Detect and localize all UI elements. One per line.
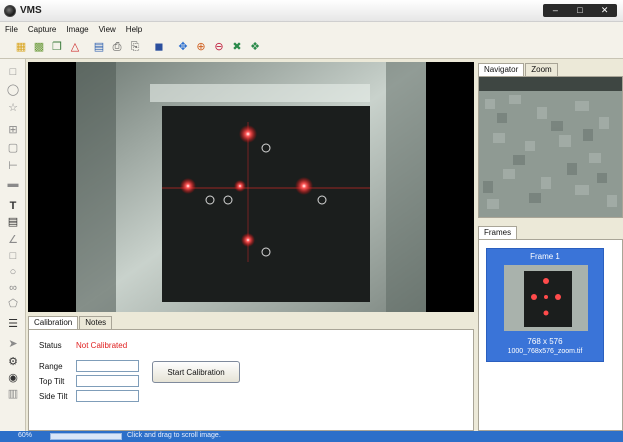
gear-icon[interactable]: ⚙ [6,355,20,369]
rect-select-icon[interactable]: □ [6,65,20,79]
frame-resolution: 768 x 576 [527,337,563,346]
measure-line-icon[interactable]: ⊢ [6,159,20,173]
freehand-icon[interactable]: ∞ [6,281,20,295]
laser-spot [180,178,196,194]
crop-icon[interactable]: ⊞ [6,123,20,137]
pan-icon[interactable]: ✥ [176,41,190,55]
window-controls: – □ ✕ [543,4,617,17]
actual-size-icon[interactable]: ❖ [248,41,262,55]
window-title: VMS [20,5,42,16]
status-label: Status [39,341,62,350]
tool-palette: □ ◯ ☆ ⊞ ▢ ⊢ ▬ T ▤ ∠ □ ○ ∞ ⬠ ☰ ➤ ⚙ ◉ ▥ [0,59,26,431]
eye-icon[interactable]: ◉ [6,371,20,385]
text-tool-icon[interactable]: T [6,199,20,213]
side-tilt-input[interactable] [76,390,139,402]
calibration-panel: Status Not Calibrated Range Top Tilt Sid… [28,329,474,431]
minimize-icon[interactable]: – [545,6,565,15]
app-logo-icon [4,5,16,17]
zoom-preview[interactable] [478,76,623,218]
laser-spot [234,180,246,192]
menu-bar: File Capture Image View Help [0,22,623,37]
settings-icon[interactable]: ☰ [6,317,20,331]
polygon-select-icon[interactable]: ☆ [6,101,20,115]
status-message: Click and drag to scroll image. [127,432,221,439]
tab-navigator[interactable]: Navigator [478,63,525,76]
tab-calibration[interactable]: Calibration [28,316,79,329]
frame-thumbnail-card[interactable]: Frame 1 768 x 576 1000_768x576_zoom.tif [486,248,604,362]
status-progress-bar [50,433,122,440]
frame-name: Frame 1 [530,252,560,261]
caliper-icon[interactable]: ▤ [6,215,20,229]
angle-icon[interactable]: ∠ [6,233,20,247]
frame-filename: 1000_768x576_zoom.tif [507,348,583,355]
trash-icon[interactable]: ▥ [6,387,20,401]
menu-capture[interactable]: Capture [28,25,56,34]
captured-image [76,62,426,312]
application-window: VMS – □ ✕ File Capture Image View Help ▦… [0,0,623,442]
frames-tabs: Frames [478,226,518,239]
open-folder-icon[interactable]: ▦ [14,41,28,55]
frame-thumbnail-image [504,265,588,331]
menu-help[interactable]: Help [126,25,142,34]
status-value: Not Calibrated [76,341,128,350]
tab-notes[interactable]: Notes [79,316,113,329]
menu-file[interactable]: File [5,25,18,34]
print-preview-icon[interactable]: ⎘ [128,41,142,55]
fit-to-window-icon[interactable]: ✖ [230,41,244,55]
polygon-tool-icon[interactable]: ⬠ [6,297,20,311]
camera-icon[interactable]: ◼ [152,41,166,55]
close-icon[interactable]: ✕ [595,6,615,15]
maximize-icon[interactable]: □ [570,6,590,15]
ruler-icon[interactable]: ▬ [6,177,20,191]
top-tilt-label: Top Tilt [39,377,65,386]
copy-icon[interactable]: ❐ [50,41,64,55]
bottom-tabs: Calibration Notes [28,316,113,329]
pdf-icon[interactable]: △ [68,41,82,55]
document-icon[interactable]: ▤ [92,41,106,55]
circle-tool-icon[interactable]: ○ [6,265,20,279]
start-calibration-button[interactable]: Start Calibration [152,361,240,383]
zoom-preview-image [479,77,622,217]
frame-thumbnail [504,265,588,331]
range-label: Range [39,362,63,371]
menu-view[interactable]: View [99,25,116,34]
toolbar: ▦ ▩ ❐ △ ▤ ⎙ ⎘ ◼ ✥ ⊕ ⊖ ✖ ❖ [0,37,623,59]
top-tilt-input[interactable] [76,375,139,387]
zoom-out-icon[interactable]: ⊖ [212,41,226,55]
zoom-in-icon[interactable]: ⊕ [194,41,208,55]
laser-spot [239,125,257,143]
laser-spot [295,177,313,195]
navigator-tabs: Navigator Zoom [478,63,559,76]
frames-panel: Frame 1 768 x 576 1000_768x576_zoom.tif [478,239,623,431]
pointer-icon[interactable]: ➤ [6,337,20,351]
title-bar: VMS – □ ✕ [0,0,623,22]
print-icon[interactable]: ⎙ [110,41,124,55]
tab-zoom[interactable]: Zoom [525,63,558,76]
image-viewport[interactable] [28,62,474,312]
square-tool-icon[interactable]: □ [6,249,20,263]
tab-frames[interactable]: Frames [478,226,518,239]
zoom-level: 60% [18,432,33,439]
ellipse-select-icon[interactable]: ◯ [6,83,20,97]
rectangle-tool-icon[interactable]: ▢ [6,141,20,155]
laser-spot [241,233,255,247]
menu-image[interactable]: Image [66,25,88,34]
side-tilt-label: Side Tilt [39,392,68,401]
open-image-icon[interactable]: ▩ [32,41,46,55]
status-bar: 60% Click and drag to scroll image. [0,431,623,442]
range-input[interactable] [76,360,139,372]
